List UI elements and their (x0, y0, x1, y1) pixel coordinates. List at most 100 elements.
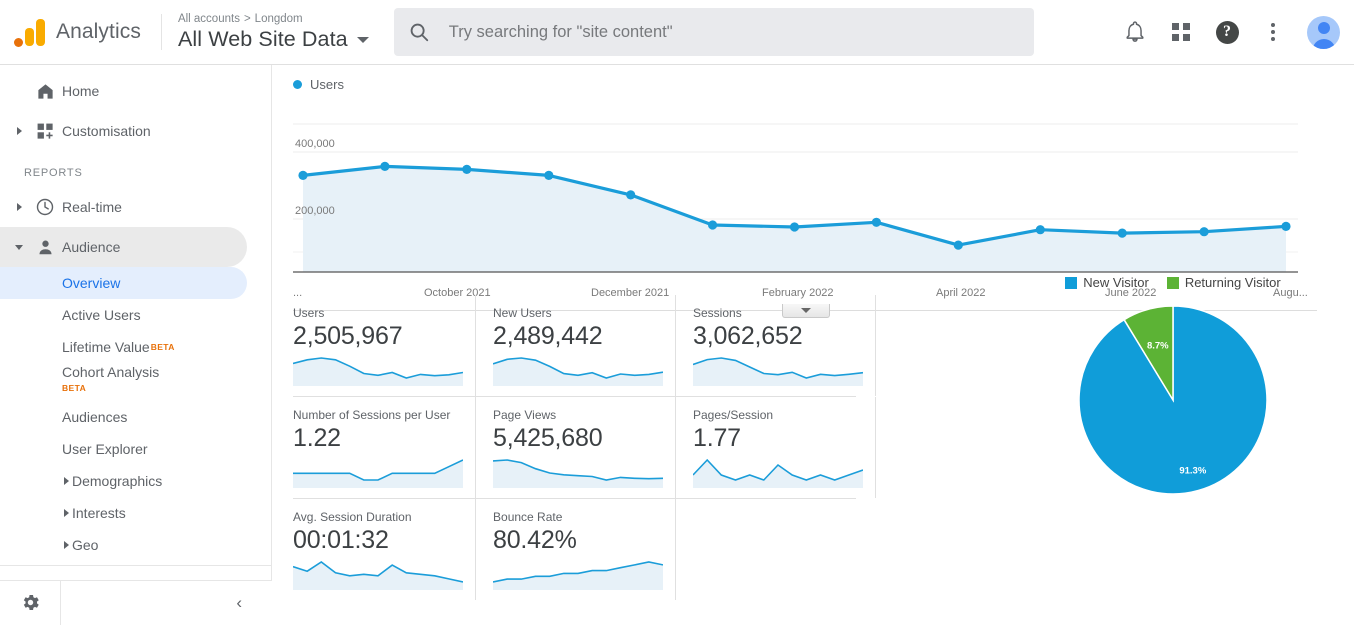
help-button[interactable]: ? (1207, 12, 1247, 52)
view-name[interactable]: All Web Site Data (178, 27, 348, 52)
avatar[interactable] (1307, 15, 1340, 49)
sidebar-item-lifetime-value[interactable]: Lifetime Value BETA (0, 331, 247, 363)
metric-label: Sessions (693, 306, 742, 320)
collapse-sidebar-button[interactable]: ‹ (236, 593, 242, 613)
notifications-button[interactable] (1115, 12, 1155, 52)
sidebar-item-home[interactable]: Home (0, 71, 247, 111)
sidebar-item-lifetime-value-label: Lifetime Value (62, 339, 150, 355)
chevron-right-icon[interactable] (10, 203, 28, 211)
top-bar-icons: ? (1115, 12, 1354, 52)
chart-data-point[interactable] (708, 220, 718, 230)
sidebar-item-geo-label: Geo (72, 537, 99, 553)
sparkline (692, 354, 875, 391)
gear-icon (23, 594, 39, 611)
metric-card-page-views[interactable]: Page Views 5,425,680 (492, 397, 676, 498)
sidebar-item-cohort-analysis-label: Cohort Analysis (62, 364, 160, 380)
footer-divider (60, 580, 61, 625)
analytics-logo-icon (14, 16, 46, 48)
sidebar-item-interests[interactable]: Interests (0, 497, 247, 529)
chart-data-point[interactable] (871, 217, 882, 227)
more-vertical-icon (1271, 23, 1275, 41)
sidebar-item-audience-label: Audience (62, 239, 121, 255)
chart-data-point[interactable] (1199, 227, 1209, 237)
sparkline (293, 456, 475, 493)
metric-card-new-users[interactable]: New Users 2,489,442 (492, 295, 676, 396)
chart-data-point[interactable] (1281, 221, 1291, 231)
sidebar-item-overview[interactable]: Overview (0, 267, 247, 299)
chevron-right-icon[interactable] (10, 127, 28, 135)
sidebar-item-interests-label: Interests (72, 505, 126, 521)
metric-card-sessions[interactable]: Sessions 3,062,652 (692, 295, 876, 396)
users-line-chart-svg (293, 123, 1298, 273)
metric-label: Page Views (493, 408, 557, 422)
breadcrumb-property[interactable]: Longdom (255, 13, 303, 25)
chart-data-point[interactable] (298, 170, 308, 180)
search-input[interactable] (446, 21, 1020, 43)
pie-data-label-new-visitor: 91.3% (1179, 466, 1206, 477)
sparkline (492, 456, 675, 493)
settings-button[interactable] (0, 592, 60, 613)
sidebar-item-audience[interactable]: Audience (0, 227, 247, 267)
metric-card-pages-per-session[interactable]: Pages/Session 1.77 (692, 397, 876, 498)
sidebar-item-user-explorer-label: User Explorer (62, 441, 148, 457)
brand-block[interactable]: Analytics (0, 16, 141, 48)
chevron-down-icon[interactable] (356, 36, 369, 43)
chart-data-point[interactable] (953, 240, 963, 250)
legend-swatch (1065, 276, 1078, 289)
more-options-button[interactable] (1253, 12, 1293, 52)
chart-data-point[interactable] (380, 161, 390, 171)
sidebar-item-cohort-analysis[interactable]: Cohort Analysis BETA (0, 363, 247, 401)
pie-legend-label: New Visitor (1083, 275, 1149, 290)
sidebar-item-geo[interactable]: Geo (0, 529, 247, 561)
chart-data-point[interactable] (1035, 225, 1045, 235)
metric-value: 5,425,680 (493, 424, 603, 452)
sparkline-svg (492, 357, 664, 387)
metric-card-bounce-rate[interactable]: Bounce Rate 80.42% (492, 499, 677, 600)
sidebar-item-active-users-label: Active Users (62, 307, 141, 323)
sparkline-svg (292, 357, 464, 387)
chevron-right-icon (64, 509, 69, 517)
metric-label: Users (293, 306, 325, 320)
legend-label-users: Users (310, 77, 344, 92)
metric-card-avg-session-duration[interactable]: Avg. Session Duration 00:01:32 (292, 499, 477, 600)
chart-data-point[interactable] (544, 170, 554, 180)
sidebar-item-user-explorer[interactable]: User Explorer (0, 433, 247, 465)
sidebar-item-customisation[interactable]: Customisation (0, 111, 247, 151)
metric-row: Number of Sessions per User 1.22 Page Vi… (293, 397, 876, 498)
bell-icon (1126, 21, 1144, 42)
metric-label: Bounce Rate (493, 510, 563, 524)
sidebar-item-customisation-label: Customisation (62, 123, 151, 139)
metric-card-empty (693, 499, 876, 600)
users-over-time-chart[interactable]: 400,000 200,000 (273, 100, 1354, 290)
legend-swatch (1166, 276, 1179, 289)
metric-value: 2,489,442 (493, 322, 603, 350)
chart-data-point[interactable] (1117, 228, 1127, 238)
metric-card-users[interactable]: Users 2,505,967 (292, 295, 476, 396)
chart-data-point[interactable] (626, 190, 636, 200)
brand-name: Analytics (56, 20, 141, 43)
chart-data-point[interactable] (789, 222, 800, 232)
sidebar-item-realtime[interactable]: Real-time (0, 187, 247, 227)
sparkline-svg (292, 561, 464, 591)
metric-value: 2,505,967 (293, 322, 403, 350)
chart-data-point[interactable] (462, 164, 472, 174)
metric-card-sessions-per-user[interactable]: Number of Sessions per User 1.22 (293, 397, 476, 498)
pie-legend-item-new-visitor[interactable]: New Visitor (1065, 275, 1149, 290)
breadcrumb: All accounts > Longdom (178, 13, 369, 26)
pie-legend-item-returning-visitor[interactable]: Returning Visitor (1166, 275, 1281, 290)
metric-value: 00:01:32 (293, 526, 389, 554)
new-vs-returning-pie: New Visitor Returning Visitor 91.3% 8.7% (1008, 275, 1338, 498)
search-bar[interactable] (393, 8, 1034, 56)
breadcrumb-account[interactable]: All accounts (178, 13, 240, 25)
pie-chart-svg[interactable]: 91.3% 8.7% (1075, 302, 1271, 498)
apps-button[interactable] (1161, 12, 1201, 52)
y-tick-400000: 400,000 (295, 138, 335, 150)
sidebar-item-audiences[interactable]: Audiences (0, 401, 247, 433)
sidebar-item-demographics[interactable]: Demographics (0, 465, 247, 497)
account-selector[interactable]: All accounts > Longdom All Web Site Data (178, 13, 369, 51)
search-icon (410, 23, 428, 42)
metric-value: 80.42% (493, 526, 577, 554)
brand-divider (160, 14, 162, 50)
chevron-down-icon[interactable] (10, 244, 28, 250)
sidebar-item-active-users[interactable]: Active Users (0, 299, 247, 331)
